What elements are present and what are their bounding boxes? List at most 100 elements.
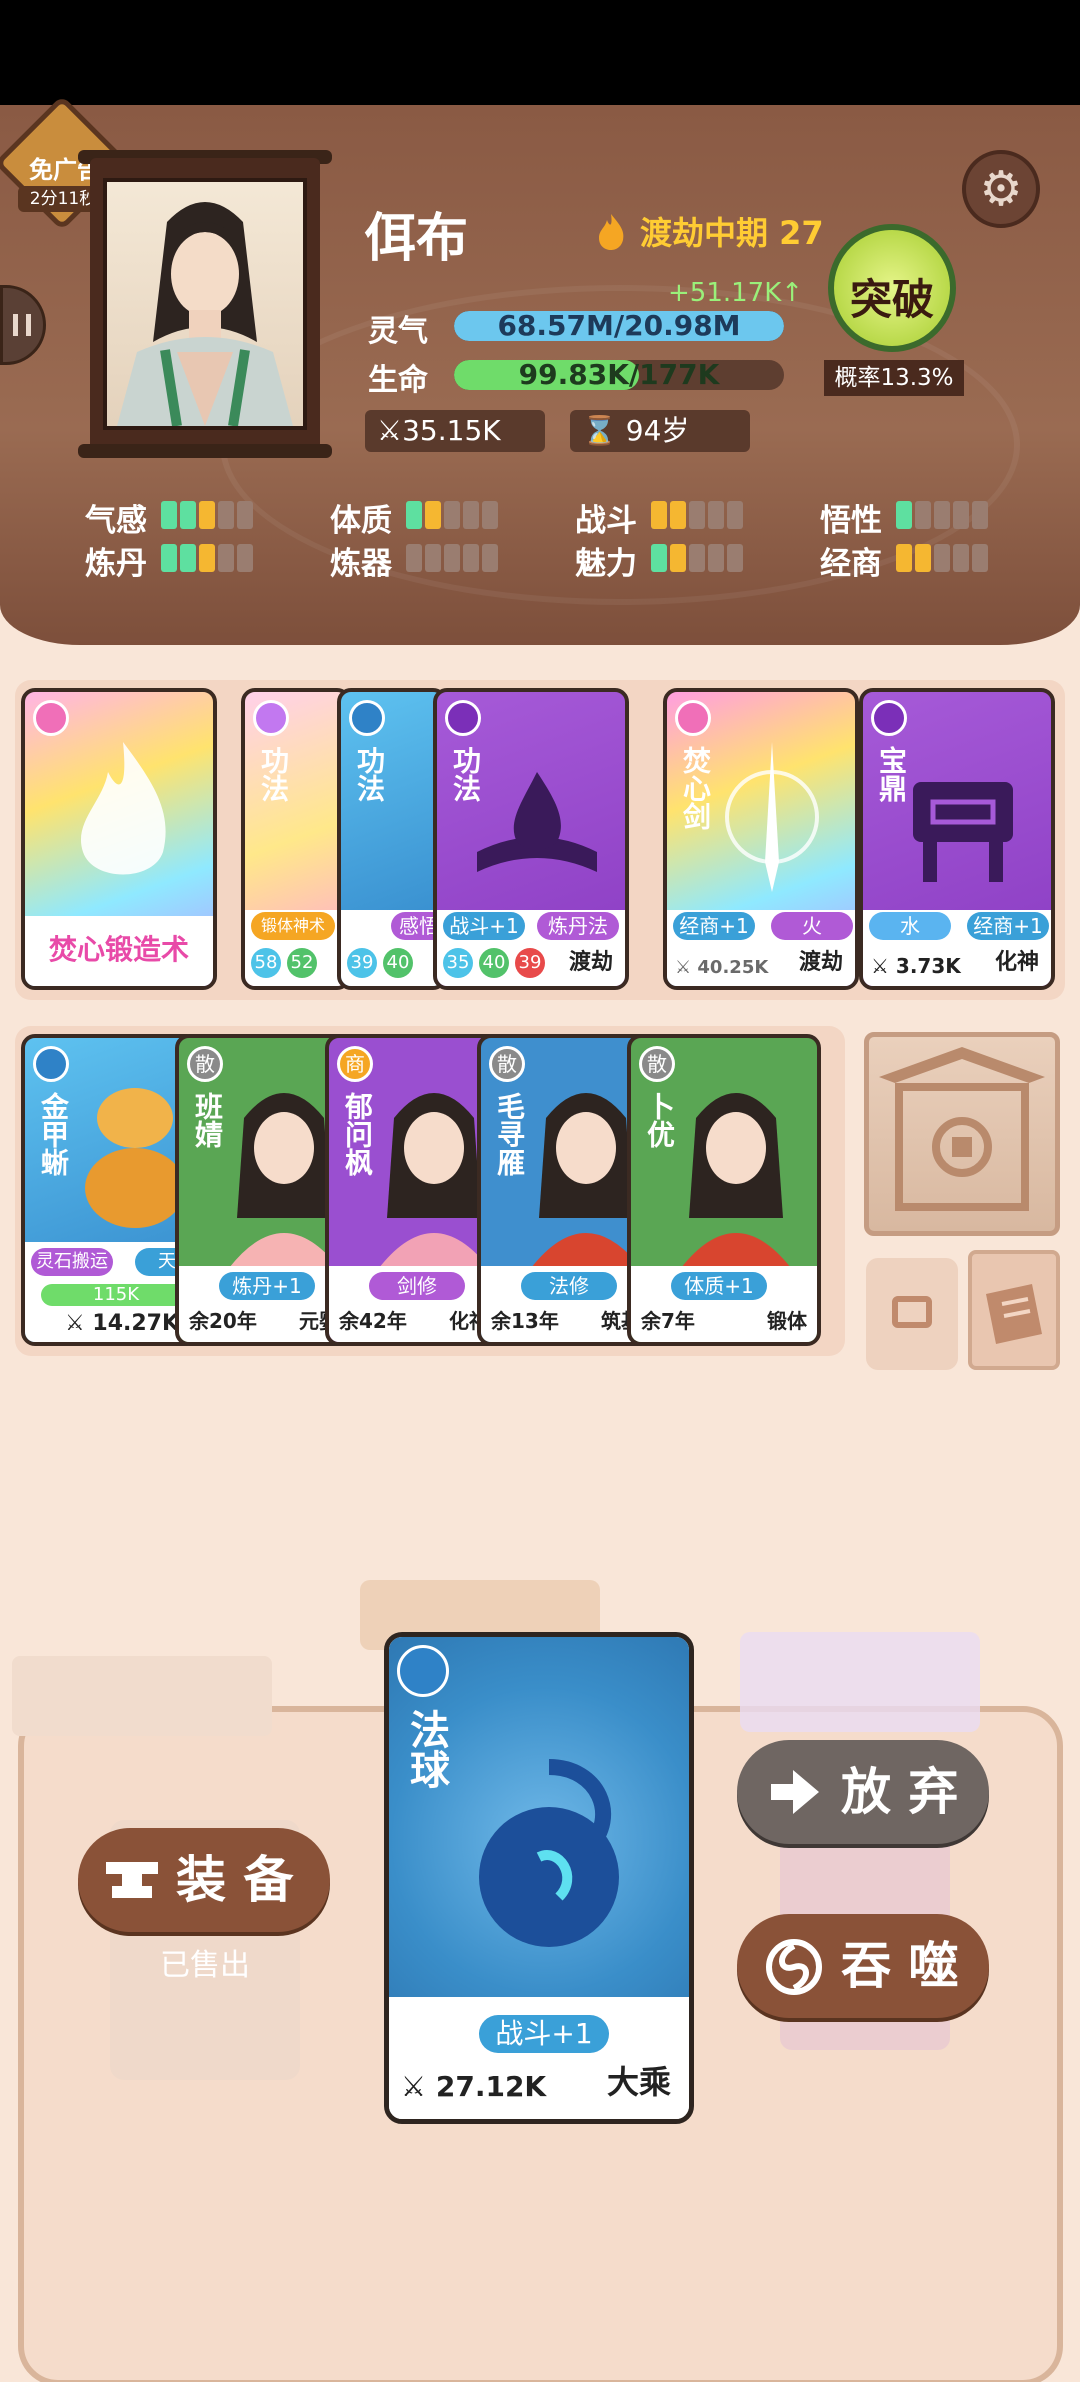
card-power-value: 14.27K	[92, 1311, 180, 1336]
card-tag: 水	[869, 912, 951, 940]
swirl-icon	[766, 1939, 822, 1995]
card-skill-3[interactable]: 功法 战斗+1 炼丹法 35 40 39 渡劫	[433, 688, 629, 990]
card-realm: 渡劫	[798, 950, 843, 975]
attr-pip	[199, 501, 215, 529]
equip-button[interactable]: 装 备	[78, 1828, 330, 1932]
attr-label: 炼器	[330, 546, 392, 582]
attr-pip	[161, 501, 177, 529]
card-title: 焚心锻造术	[48, 933, 189, 966]
attr-label: 经商	[820, 546, 882, 582]
status-bar	[0, 0, 1080, 105]
card-fire-forging[interactable]: 焚心锻造术	[21, 688, 217, 990]
npc-badge: 商	[337, 1046, 373, 1082]
attr-pip	[915, 501, 931, 529]
attr-label: 战斗	[575, 503, 637, 539]
npc-badge: 散	[489, 1046, 525, 1082]
card-burning-sword[interactable]: 焚心剑 经商+1 火 ⚔ 40.25K 渡劫	[663, 688, 859, 990]
stat-num: 39	[515, 948, 545, 978]
attr-pip	[444, 501, 460, 529]
character-avatar-icon	[117, 202, 293, 427]
attr-level	[651, 544, 743, 572]
attr-pip	[482, 544, 498, 572]
attr-pip	[972, 501, 988, 529]
card-pet[interactable]: 金甲蜥 灵石搬运 天才 115K ⚔ 14.27K	[21, 1034, 201, 1346]
stat-num: 40	[479, 948, 509, 978]
attr-pip	[934, 501, 950, 529]
attr-label: 魅力	[575, 546, 637, 582]
orb-art-icon	[479, 1759, 619, 1947]
npc-card[interactable]: 散卜优 体质+1 余7年 锻体	[627, 1034, 821, 1346]
card-tag: 战斗+1	[443, 912, 525, 940]
book-icon	[349, 700, 385, 736]
box-icon	[892, 1296, 932, 1328]
attr-pip	[727, 501, 743, 529]
fire-icon	[33, 700, 69, 736]
card-treasure-cauldron[interactable]: 宝鼎 水 经商+1 ⚔ 3.73K 化神	[859, 688, 1055, 990]
flame-art-icon	[80, 742, 166, 875]
book-icon	[253, 700, 289, 736]
attr-pip	[727, 544, 743, 572]
attr-pip	[896, 544, 912, 572]
hp-label: 生命	[368, 363, 428, 398]
equip-label: 装 备	[176, 1851, 294, 1909]
attr-label: 悟性	[820, 503, 882, 539]
attr-pip	[180, 501, 196, 529]
gear-icon[interactable]: ⚙	[962, 150, 1040, 228]
card-tag: 锻体神术	[251, 912, 335, 940]
companion-cards-row: 金甲蜥 灵石搬运 天才 115K ⚔ 14.27K 散班婧炼丹+1余20年元婴商…	[15, 1026, 845, 1356]
npc-realm: 锻体	[767, 1309, 807, 1333]
attr-pip	[425, 501, 441, 529]
pavilion-icon	[879, 1047, 1045, 1211]
attr-pip	[689, 501, 705, 529]
stat-num: 39	[347, 948, 377, 978]
age-chip: ⌛ 94岁	[570, 410, 750, 452]
attr-pip	[463, 544, 479, 572]
card-power: ⚔ 40.25K	[675, 957, 768, 978]
power-value: 35.15K	[402, 414, 501, 447]
attr-pip	[689, 544, 705, 572]
scroll-icon	[986, 1284, 1042, 1344]
attr-pip	[896, 501, 912, 529]
attr-pip	[953, 501, 969, 529]
sword-icon: ⚔	[871, 954, 896, 978]
card-power-value: 27.12K	[435, 2070, 547, 2103]
hp-value: 99.83K/177K	[518, 358, 720, 391]
npc-portrait-icon	[681, 1093, 791, 1268]
discard-button[interactable]: 放 弃	[737, 1740, 989, 1844]
featured-card[interactable]: 法球 战斗+1 ⚔ 27.12K 大乘	[384, 1632, 694, 2124]
qi-label: 灵气	[368, 314, 428, 349]
stat-num: 35	[443, 948, 473, 978]
attr-pip	[708, 501, 724, 529]
attr-label: 体质	[330, 503, 392, 539]
attr-pip	[237, 501, 253, 529]
attr-pip	[218, 544, 234, 572]
card-tag: 经商+1	[673, 912, 755, 940]
attr-pip	[670, 501, 686, 529]
card-power: ⚔ 27.12K	[401, 2070, 546, 2103]
breakthrough-probability: 概率13.3%	[824, 360, 964, 396]
card-skill-1[interactable]: 功法 锻体神术 58 52	[241, 688, 351, 990]
book-art-icon	[477, 772, 597, 872]
attr-pip	[934, 544, 950, 572]
storage-button[interactable]	[866, 1258, 958, 1370]
card-tag: 火	[771, 912, 853, 940]
breakthrough-label: 突破	[849, 275, 934, 324]
scroll-button[interactable]	[968, 1250, 1060, 1370]
card-category: 功法	[353, 746, 386, 802]
attr-pip	[708, 544, 724, 572]
sword-icon: ⚔	[377, 414, 403, 447]
attr-level	[161, 501, 253, 529]
card-skill-2[interactable]: 功法 感悟 39 40	[337, 688, 447, 990]
attr-level	[651, 501, 743, 529]
player-portrait[interactable]	[103, 178, 307, 430]
attr-level	[896, 544, 988, 572]
swords-icon	[871, 700, 907, 736]
scroll-rod-bottom	[78, 444, 332, 458]
age-value: 94岁	[625, 414, 690, 447]
attr-level	[161, 544, 253, 572]
stat-num: 52	[287, 948, 317, 978]
attr-label: 炼丹	[85, 546, 147, 582]
devour-button[interactable]: 吞 噬	[737, 1914, 989, 2018]
shrine-building[interactable]	[864, 1032, 1060, 1236]
npc-tag: 体质+1	[671, 1272, 767, 1300]
